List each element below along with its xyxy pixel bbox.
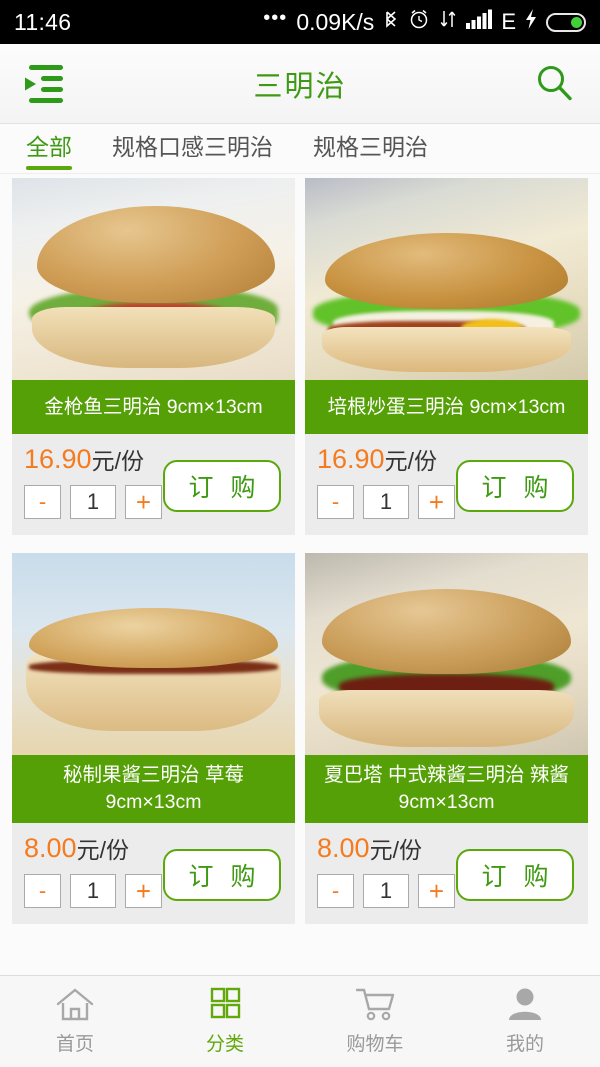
- menu-collapse-icon: [25, 64, 63, 103]
- product-title: 秘制果酱三明治 草莓 9cm×13cm: [12, 755, 295, 823]
- product-price-unit: 元/份: [76, 837, 129, 863]
- nav-item-cart[interactable]: 购物车: [300, 987, 450, 1056]
- nav-label-profile: 我的: [505, 1034, 544, 1055]
- cart-icon: [355, 988, 395, 1021]
- product-card[interactable]: 秘制果酱三明治 草莓 9cm×13cm 8.00 元/份 - 1 + 订 购: [12, 553, 295, 924]
- product-price-unit: 元/份: [369, 837, 422, 863]
- product-card[interactable]: 夏巴塔 中式辣酱三明治 辣酱 9cm×13cm 8.00 元/份 - 1 + 订…: [305, 553, 588, 924]
- quantity-value[interactable]: 1: [363, 874, 409, 908]
- nav-item-profile[interactable]: 我的: [450, 987, 600, 1056]
- menu-collapse-button[interactable]: [0, 63, 90, 105]
- category-tab-bar: 全部 规格口感三明治 规格三明治: [0, 124, 600, 174]
- app-root: 11:46 ••• 0.09K/s E 三明治 全部 规格口感三明治 规格三明治…: [0, 0, 600, 1067]
- product-card[interactable]: 金枪鱼三明治 9cm×13cm 16.90 元/份 - 1 + 订 购: [12, 178, 295, 535]
- data-transfer-icon: [439, 8, 457, 36]
- product-info: 16.90 元/份 - 1 + 订 购: [12, 434, 295, 535]
- nav-label-category: 分类: [205, 1034, 244, 1055]
- status-icons: ••• 0.09K/s E: [263, 7, 586, 37]
- tab-spec-taste-sandwich[interactable]: 规格口感三明治: [112, 128, 273, 170]
- product-price-unit: 元/份: [91, 448, 144, 474]
- nav-label-home: 首页: [55, 1034, 94, 1055]
- quantity-value[interactable]: 1: [363, 485, 409, 519]
- bluetooth-icon: [383, 7, 399, 37]
- decrement-button[interactable]: -: [317, 874, 354, 908]
- bacon-egg-sandwich-photo: [305, 178, 588, 380]
- decrement-button[interactable]: -: [317, 485, 354, 519]
- order-button[interactable]: 订 购: [163, 849, 281, 901]
- increment-button[interactable]: +: [418, 485, 455, 519]
- product-card[interactable]: 培根炒蛋三明治 9cm×13cm 16.90 元/份 - 1 + 订 购: [305, 178, 588, 535]
- nav-item-category[interactable]: 分类: [150, 987, 300, 1056]
- product-title: 夏巴塔 中式辣酱三明治 辣酱 9cm×13cm: [305, 755, 588, 823]
- bottom-navigation: 首页 分类 购物车 我的: [0, 975, 600, 1067]
- order-button[interactable]: 订 购: [163, 460, 281, 512]
- product-info: 8.00 元/份 - 1 + 订 购: [12, 823, 295, 924]
- search-icon: [538, 65, 572, 100]
- product-info: 8.00 元/份 - 1 + 订 购: [305, 823, 588, 924]
- tab-spec-sandwich[interactable]: 规格三明治: [313, 128, 428, 170]
- increment-button[interactable]: +: [125, 874, 162, 908]
- grid-icon: [210, 987, 241, 1019]
- more-dots-icon: •••: [263, 7, 288, 29]
- search-button[interactable]: [510, 63, 600, 105]
- network-speed-label: 0.09K/s: [296, 8, 375, 35]
- product-price-unit: 元/份: [384, 448, 437, 474]
- nav-label-cart: 购物车: [346, 1034, 404, 1055]
- chili-sauce-sandwich-photo: [305, 553, 588, 755]
- app-header: 三明治: [0, 44, 600, 124]
- jam-sandwich-photo: [12, 553, 295, 755]
- nav-item-home[interactable]: 首页: [0, 987, 150, 1056]
- network-type-label: E: [501, 9, 516, 34]
- person-icon: [509, 988, 541, 1020]
- product-info: 16.90 元/份 - 1 + 订 购: [305, 434, 588, 535]
- product-title: 培根炒蛋三明治 9cm×13cm: [305, 380, 588, 434]
- product-price: 16.90: [24, 444, 92, 474]
- order-button[interactable]: 订 购: [456, 460, 574, 512]
- alarm-icon: [408, 8, 430, 36]
- product-price: 8.00: [317, 833, 370, 863]
- quantity-value[interactable]: 1: [70, 874, 116, 908]
- product-price: 16.90: [317, 444, 385, 474]
- product-price: 8.00: [24, 833, 77, 863]
- order-button[interactable]: 订 购: [456, 849, 574, 901]
- product-title: 金枪鱼三明治 9cm×13cm: [12, 380, 295, 434]
- charging-bolt-icon: [525, 8, 537, 36]
- increment-button[interactable]: +: [125, 485, 162, 519]
- status-time: 11:46: [14, 8, 72, 35]
- tab-all[interactable]: 全部: [26, 128, 72, 170]
- product-grid: 金枪鱼三明治 9cm×13cm 16.90 元/份 - 1 + 订 购 培根炒蛋…: [0, 174, 600, 975]
- increment-button[interactable]: +: [418, 874, 455, 908]
- quantity-value[interactable]: 1: [70, 485, 116, 519]
- decrement-button[interactable]: -: [24, 485, 61, 519]
- battery-icon: [546, 12, 586, 32]
- decrement-button[interactable]: -: [24, 874, 61, 908]
- status-bar: 11:46 ••• 0.09K/s E: [0, 0, 600, 44]
- home-icon: [56, 988, 94, 1021]
- signal-bars-icon: [466, 9, 493, 35]
- tuna-sandwich-photo: [12, 178, 295, 380]
